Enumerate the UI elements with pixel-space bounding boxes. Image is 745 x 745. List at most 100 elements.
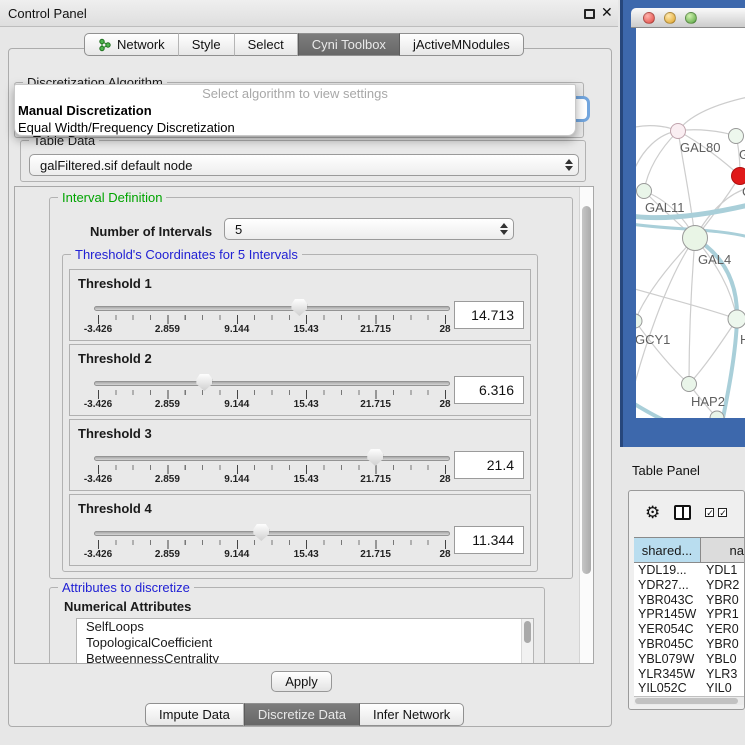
tab-infer-network[interactable]: Infer Network (360, 703, 464, 726)
list-item-selfloops[interactable]: SelfLoops (77, 619, 533, 635)
cyni-bottom-tabbar: Impute Data Discretize Data Infer Networ… (145, 703, 464, 726)
attributes-group-title: Attributes to discretize (58, 580, 194, 595)
slider-thumb[interactable] (196, 374, 212, 391)
deselect-all-checkbox-icon[interactable]: ✓ (718, 508, 727, 517)
threshold-3-value-field[interactable]: 21.4 (454, 451, 524, 479)
close-panel-icon[interactable]: ✕ (601, 4, 613, 21)
dropdown-prompt-item[interactable]: Select algorithm to view settings (15, 85, 575, 102)
column-header-shared-name[interactable]: shared... (634, 538, 701, 562)
tab-cyni-toolbox-label: Cyni Toolbox (312, 37, 386, 52)
slider-track[interactable] (94, 306, 450, 311)
list-item-topologicalcoefficient[interactable]: TopologicalCoefficient (77, 635, 533, 651)
gear-icon[interactable]: ⚙ (645, 504, 660, 521)
attributes-list-scrollbar[interactable] (521, 619, 533, 663)
threshold-2-value-field[interactable]: 6.316 (454, 376, 524, 404)
zoom-window-icon[interactable] (685, 12, 697, 24)
slider-thumb[interactable] (253, 524, 269, 541)
table-horizontal-scrollbar[interactable] (634, 696, 745, 705)
numerical-attributes-list[interactable]: SelfLoops TopologicalCoefficient Between… (76, 618, 534, 664)
interval-definition-group-title: Interval Definition (58, 190, 166, 205)
threshold-1-value-field[interactable]: 14.713 (454, 301, 524, 329)
node-red-selected[interactable] (732, 168, 745, 185)
threshold-2-label: Threshold 2 (78, 351, 152, 366)
network-view-window[interactable]: GAL80 GA GAL11 C GAL4 GCY1 H HAP2 (620, 0, 745, 447)
slider-track[interactable] (94, 531, 450, 536)
tab-network-label: Network (117, 37, 165, 52)
float-panel-icon[interactable] (584, 9, 595, 19)
thresholds-group-title: Threshold's Coordinates for 5 Intervals (71, 247, 302, 262)
settings-scroll-panel: Interval Definition Number of Intervals … (14, 186, 594, 664)
network-graph: GAL80 GA GAL11 C GAL4 GCY1 H HAP2 (636, 28, 745, 418)
slider-tick-labels: -3.426 2.859 9.144 15.43 21.715 28 (98, 399, 445, 411)
table-row[interactable]: YIL052CYIL0 (634, 681, 745, 696)
column-header-name[interactable]: na (701, 538, 745, 562)
slider-tick-labels: -3.426 2.859 9.144 15.43 21.715 28 (98, 549, 445, 561)
table-data-combobox[interactable]: galFiltered.sif default node (29, 154, 579, 176)
control-panel-titlebar: Control Panel ✕ (0, 0, 618, 27)
threshold-4-value-field[interactable]: 11.344 (454, 526, 524, 554)
slider-thumb[interactable] (367, 449, 383, 466)
interval-definition-group: Interval Definition Number of Intervals … (49, 197, 573, 579)
slider-thumb[interactable] (291, 299, 307, 316)
tab-impute-data[interactable]: Impute Data (145, 703, 244, 726)
node-gal11[interactable] (637, 184, 652, 199)
network-window-titlebar[interactable] (631, 8, 745, 28)
scrollbar-thumb[interactable] (635, 698, 738, 704)
number-of-intervals-combobox[interactable]: 5 (224, 218, 514, 240)
table-row[interactable]: YPR145WYPR1 (634, 607, 745, 622)
table-row[interactable]: YDR27...YDR2 (634, 578, 745, 593)
label-clipped-top-right: GA (739, 147, 745, 162)
threshold-2-slider[interactable]: -3.426 2.859 9.144 15.43 21.715 28 (94, 373, 450, 413)
node-gal4[interactable] (683, 226, 708, 251)
columns-icon[interactable] (674, 505, 691, 520)
combobox-stepper-icon (495, 223, 513, 235)
slider-track[interactable] (94, 456, 450, 461)
scrollbar-thumb[interactable] (582, 206, 591, 574)
threshold-1-slider[interactable]: -3.426 2.859 9.144 15.43 21.715 28 (94, 298, 450, 338)
threshold-3-row: Threshold 3 -3.426 2.859 9.144 15.43 21.… (69, 419, 531, 491)
tab-discretize-data-label: Discretize Data (258, 707, 346, 722)
screen: { "window": { "title": "Control Panel" }… (0, 0, 745, 745)
combobox-stepper-icon (560, 159, 578, 171)
number-of-intervals-value: 5 (225, 222, 495, 237)
table-row[interactable]: YBR043CYBR0 (634, 593, 745, 608)
threshold-3-slider[interactable]: -3.426 2.859 9.144 15.43 21.715 28 (94, 448, 450, 488)
node-gcy1[interactable] (636, 314, 642, 328)
table-row[interactable]: YDL19...YDL1 (634, 563, 745, 578)
dropdown-option-manual-discretization[interactable]: Manual Discretization (15, 102, 575, 119)
tab-discretize-data[interactable]: Discretize Data (244, 703, 360, 726)
tab-cyni-toolbox[interactable]: Cyni Toolbox (298, 33, 400, 56)
select-all-checkbox-icon[interactable]: ✓ (705, 508, 714, 517)
attributes-to-discretize-group: Attributes to discretize Numerical Attri… (49, 587, 545, 664)
table-row[interactable]: YLR345WYLR3 (634, 667, 745, 682)
slider-track[interactable] (94, 381, 450, 386)
label-hap2: HAP2 (691, 394, 725, 409)
node-gal80[interactable] (671, 124, 686, 139)
algorithm-dropdown-popup: Select algorithm to view settings Manual… (14, 84, 576, 136)
close-window-icon[interactable] (643, 12, 655, 24)
table-panel-title: Table Panel (632, 463, 700, 478)
label-gal4: GAL4 (698, 252, 731, 267)
dropdown-option-equal-width-frequency[interactable]: Equal Width/Frequency Discretization (15, 119, 575, 136)
thresholds-group: Threshold's Coordinates for 5 Intervals … (62, 254, 538, 572)
threshold-4-slider[interactable]: -3.426 2.859 9.144 15.43 21.715 28 (94, 523, 450, 563)
node-hap2[interactable] (682, 377, 697, 392)
numerical-attributes-label: Numerical Attributes (64, 599, 191, 614)
tab-network[interactable]: Network (84, 33, 179, 56)
tab-jactivemnodules[interactable]: jActiveMNodules (400, 33, 524, 56)
network-canvas[interactable]: GAL80 GA GAL11 C GAL4 GCY1 H HAP2 (636, 28, 745, 418)
table-row[interactable]: YBL079WYBL0 (634, 652, 745, 667)
apply-button[interactable]: Apply (271, 671, 332, 692)
minimize-window-icon[interactable] (664, 12, 676, 24)
table-data-combobox-value: galFiltered.sif default node (30, 158, 560, 173)
node-h[interactable] (728, 310, 745, 328)
tab-select[interactable]: Select (235, 33, 298, 56)
node-top-right[interactable] (729, 129, 744, 144)
list-item-betweennesscentrality[interactable]: BetweennessCentrality (77, 651, 533, 664)
table-row[interactable]: YER054CYER0 (634, 622, 745, 637)
tab-style[interactable]: Style (179, 33, 235, 56)
settings-panel-scrollbar[interactable] (579, 187, 593, 663)
tab-jactivemnodules-label: jActiveMNodules (413, 37, 510, 52)
slider-tick-labels: -3.426 2.859 9.144 15.43 21.715 28 (98, 474, 445, 486)
table-row[interactable]: YBR045CYBR0 (634, 637, 745, 652)
